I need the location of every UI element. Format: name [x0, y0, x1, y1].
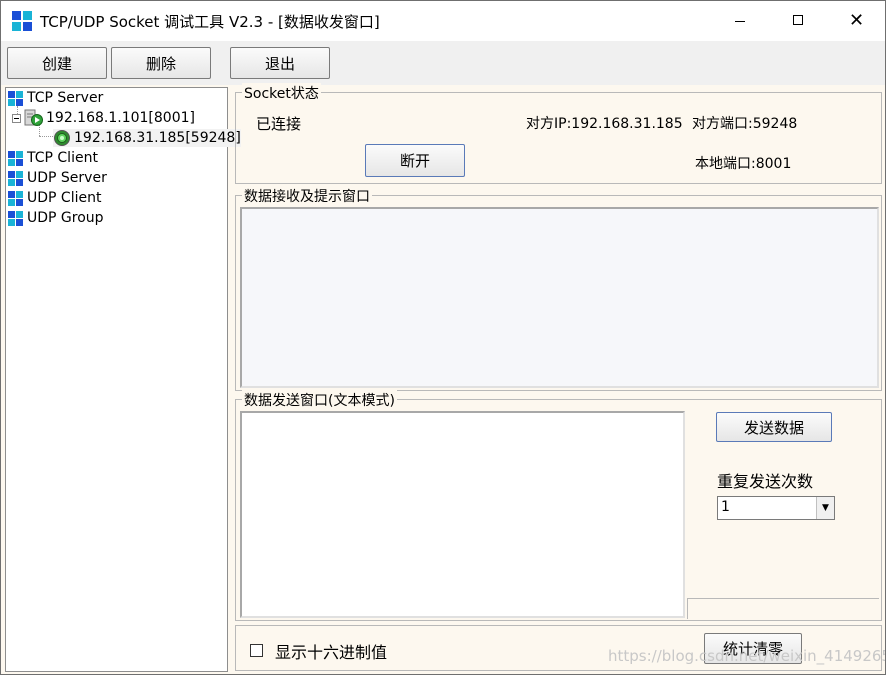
tree-item-tcp-client[interactable]: TCP Client [8, 149, 98, 167]
tree-item-udp-server[interactable]: UDP Server [8, 169, 107, 187]
minimize-icon [735, 21, 745, 22]
repeat-count-label: 重复发送次数 [717, 472, 814, 491]
title-bar[interactable]: TCP/UDP Socket 调试工具 V2.3 - [数据收发窗口] ✕ [1, 1, 885, 41]
tcp-server-icon [8, 90, 23, 106]
disconnect-button[interactable]: 断开 [365, 144, 465, 177]
receive-textarea[interactable] [240, 207, 879, 388]
exit-button[interactable]: 退出 [230, 47, 330, 79]
udp-client-icon [8, 190, 23, 206]
send-title: 数据发送窗口(文本模式) [242, 390, 397, 410]
hex-display-checkbox[interactable] [250, 644, 263, 657]
receive-group: 数据接收及提示窗口 [235, 186, 882, 391]
local-port: 本地端口:8001 [695, 156, 792, 172]
socket-status-group: Socket状态 已连接 对方IP:192.168.31.185 对方端口:59… [235, 83, 882, 184]
collapse-toggle-icon[interactable] [12, 113, 21, 123]
client-connected-icon [54, 130, 70, 146]
app-logo-icon [12, 11, 32, 31]
repeat-count-select[interactable]: 1 ▼ [717, 496, 835, 520]
connection-state: 已连接 [256, 115, 302, 133]
tree-item-label: TCP Server [27, 90, 104, 106]
tree-item-label: UDP Server [27, 170, 107, 186]
tree-item-label: 192.168.1.101[8001] [46, 110, 195, 126]
tree-item-udp-client[interactable]: UDP Client [8, 189, 101, 207]
connection-tree[interactable]: TCP Server 192.168.1.101[8001] 192.168.3… [5, 87, 241, 672]
close-icon: ✕ [849, 10, 865, 31]
tree-item-tcp-server[interactable]: TCP Server [8, 89, 103, 107]
tree-item-client-node[interactable]: 192.168.31.185[59248] [53, 129, 241, 147]
repeat-count-value: 1 [721, 499, 730, 515]
tree-item-label: UDP Group [27, 210, 104, 226]
send-textarea[interactable] [240, 411, 685, 618]
receive-title: 数据接收及提示窗口 [242, 186, 372, 206]
tree-item-udp-group[interactable]: UDP Group [8, 209, 104, 227]
tree-item-label: TCP Client [27, 150, 98, 166]
tcp-client-icon [8, 150, 23, 166]
delete-button[interactable]: 删除 [111, 47, 211, 79]
create-button[interactable]: 创建 [7, 47, 107, 79]
udp-server-icon [8, 170, 23, 186]
bottom-bar: 显示十六进制值 统计清零 https://blog.csdn.net/weixi… [235, 625, 885, 671]
tree-line [39, 136, 53, 137]
socket-status-title: Socket状态 [242, 83, 321, 103]
remote-ip: 对方IP:192.168.31.185 [526, 116, 683, 132]
status-field [687, 598, 879, 619]
watermark-text: https://blog.csdn.net/weixin_41492657 [608, 647, 886, 665]
tree-item-label: 192.168.31.185[59248] [74, 130, 241, 146]
tree-item-label: UDP Client [27, 190, 102, 206]
maximize-button[interactable] [769, 1, 827, 41]
send-data-button[interactable]: 发送数据 [716, 412, 832, 442]
minimize-button[interactable] [711, 1, 769, 41]
send-group: 数据发送窗口(文本模式) 发送数据 重复发送次数 1 ▼ [235, 390, 882, 621]
app-window: TCP/UDP Socket 调试工具 V2.3 - [数据收发窗口] ✕ 创建… [0, 0, 886, 675]
remote-port: 对方端口:59248 [692, 116, 798, 132]
close-button[interactable]: ✕ [827, 1, 885, 41]
udp-group-icon [8, 210, 23, 226]
tree-item-server-node[interactable]: 192.168.1.101[8001] [12, 109, 195, 127]
hex-display-label: 显示十六进制值 [275, 643, 388, 662]
toolbar: 创建 删除 退出 [1, 41, 885, 85]
maximize-icon [793, 15, 803, 25]
window-title: TCP/UDP Socket 调试工具 V2.3 - [数据收发窗口] [40, 13, 380, 31]
dropdown-arrow-icon[interactable]: ▼ [816, 497, 834, 519]
server-listening-icon [24, 109, 43, 126]
